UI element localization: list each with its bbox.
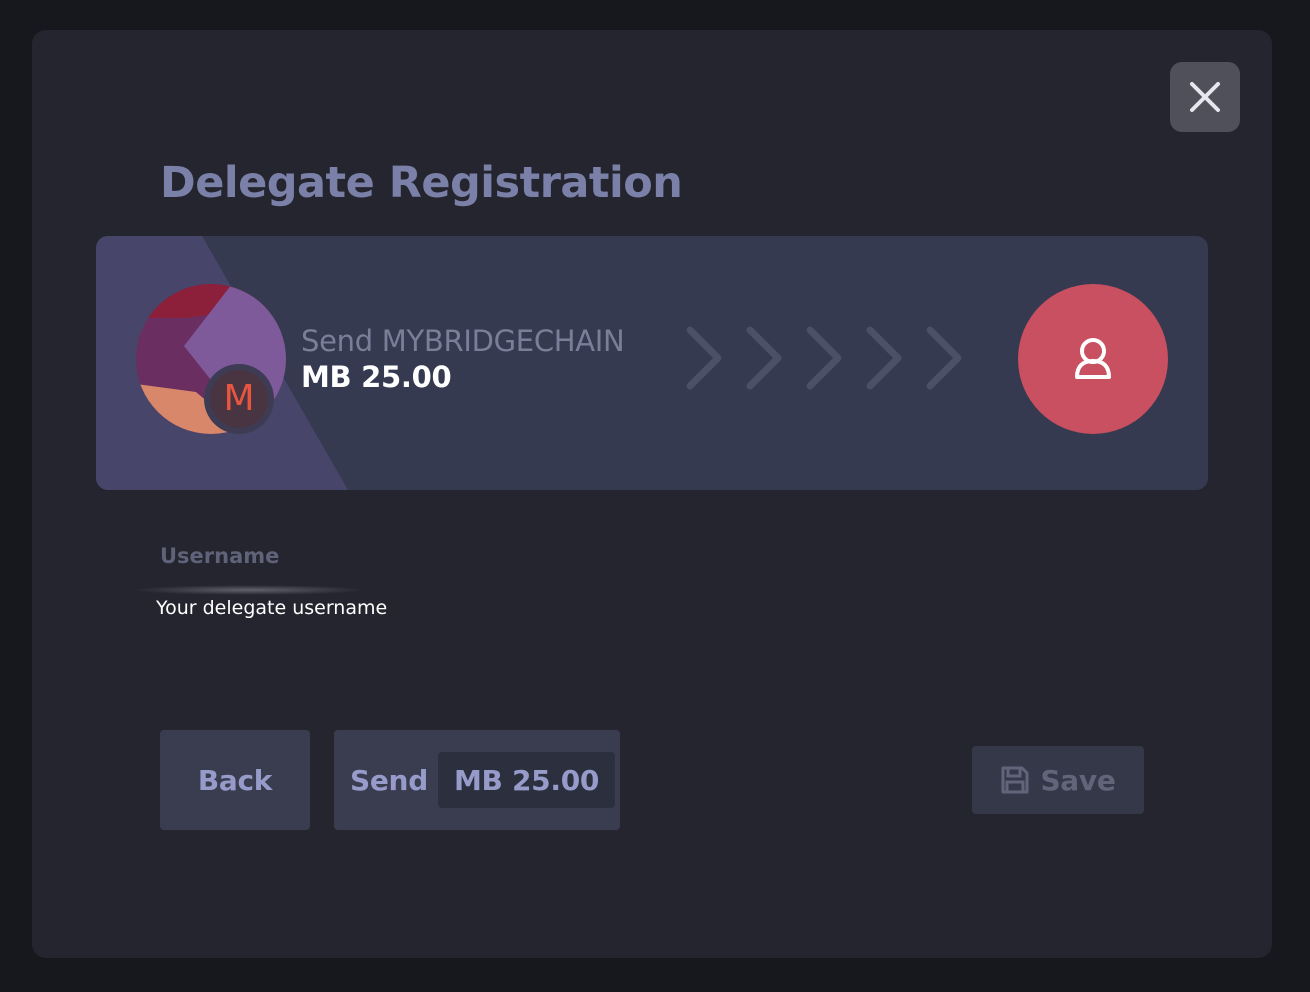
send-button-label: Send xyxy=(350,763,428,797)
save-button[interactable]: Save xyxy=(972,746,1144,814)
chevron-right-icon xyxy=(686,326,722,390)
chevron-right-icon xyxy=(866,326,902,390)
modal-title: Delegate Registration xyxy=(160,158,683,208)
user-icon xyxy=(1075,338,1111,379)
delegate-registration-modal: Delegate Registration M Send MYBRIDGECHA… xyxy=(32,30,1272,958)
back-button[interactable]: Back xyxy=(160,730,310,830)
send-button-amount: MB 25.00 xyxy=(437,752,616,808)
transaction-banner: M Send MYBRIDGECHAIN MB 25.00 xyxy=(96,236,1208,490)
token-badge-letter: M xyxy=(210,370,268,428)
close-button[interactable] xyxy=(1170,62,1240,132)
chevron-right-icon xyxy=(926,326,962,390)
send-amount: MB 25.00 xyxy=(301,360,452,394)
chevron-right-icon xyxy=(746,326,782,390)
send-network-label: Send MYBRIDGECHAIN xyxy=(301,324,625,358)
chevron-right-arrows xyxy=(686,326,962,390)
save-icon xyxy=(1001,766,1029,794)
send-button[interactable]: Send MB 25.00 xyxy=(334,730,620,830)
close-icon xyxy=(1190,82,1220,112)
username-label: Username xyxy=(160,544,280,568)
recipient-avatar xyxy=(1018,284,1168,434)
chevron-right-icon xyxy=(806,326,842,390)
token-badge: M xyxy=(204,364,274,434)
username-input[interactable] xyxy=(156,592,516,624)
save-button-label: Save xyxy=(1040,763,1116,797)
